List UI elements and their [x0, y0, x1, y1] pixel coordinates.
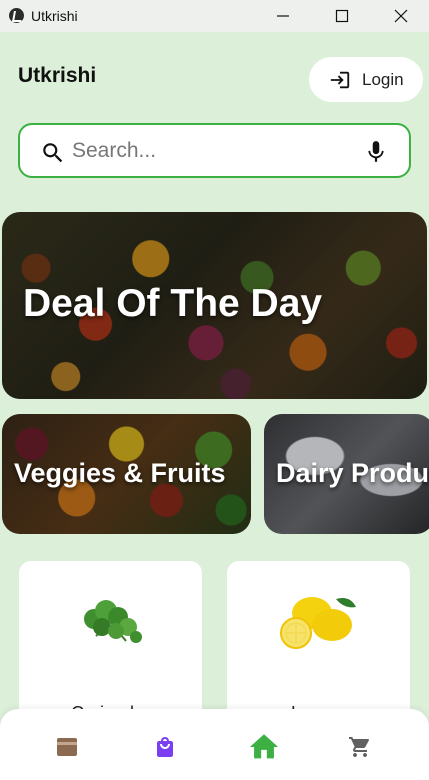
search-bar — [18, 123, 411, 178]
category-veggies-fruits[interactable]: Veggies & Fruits — [2, 414, 251, 534]
nav-shopping-bag[interactable] — [151, 733, 179, 761]
login-label: Login — [362, 69, 404, 89]
bottom-navigation — [0, 709, 429, 780]
coriander-image — [83, 600, 142, 643]
category-label: Veggies & Fruits — [14, 458, 226, 488]
close-icon — [394, 9, 408, 23]
login-icon — [330, 71, 350, 88]
login-button[interactable]: Login — [309, 57, 423, 102]
lemon-image — [279, 597, 356, 649]
nav-home[interactable] — [246, 729, 282, 765]
app-logo-icon — [9, 8, 24, 23]
nav-cart[interactable] — [346, 733, 374, 761]
category-label: Dairy Products — [276, 458, 429, 488]
search-input[interactable] — [72, 135, 342, 167]
window-titlebar: Utkrishi — [0, 0, 429, 32]
category-dairy-products[interactable]: Dairy Products — [264, 414, 429, 534]
nav-wallet[interactable] — [53, 733, 81, 761]
wallet-icon — [57, 738, 77, 756]
maximize-icon — [335, 9, 349, 23]
brand-title: Utkrishi — [18, 64, 97, 87]
microphone-icon[interactable] — [363, 138, 389, 166]
close-button[interactable] — [378, 0, 424, 32]
window-title: Utkrishi — [31, 8, 78, 24]
maximize-button[interactable] — [319, 0, 365, 32]
search-icon — [43, 143, 63, 163]
minimize-button[interactable] — [260, 0, 306, 32]
cart-icon — [349, 737, 370, 757]
home-icon — [249, 734, 279, 759]
shopping-bag-icon — [157, 737, 173, 757]
banner-title: Deal Of The Day — [23, 282, 323, 325]
minimize-icon — [277, 15, 289, 17]
deal-of-the-day-banner[interactable]: Deal Of The Day — [2, 212, 427, 399]
